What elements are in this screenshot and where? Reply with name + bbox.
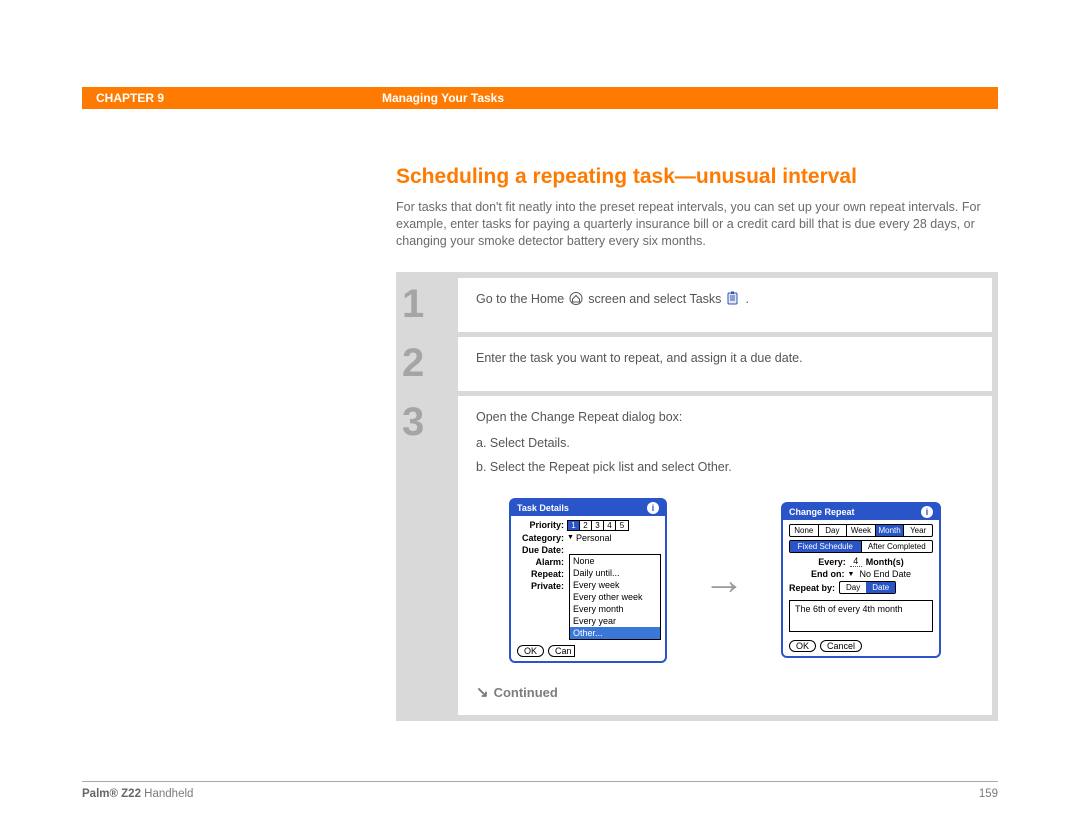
priority-label: Priority: [517,520,567,530]
every-value[interactable]: 4 [850,556,862,567]
dropdown-item[interactable]: Every week [570,579,660,591]
chapter-title: Managing Your Tasks [382,91,504,105]
dialog-title: Task Details [517,503,569,513]
dialog-body: None Day Week Month Year Fixed Schedule … [783,520,939,656]
repeat-by-toggle[interactable]: Day Date [839,581,896,594]
tab-month[interactable]: Month [876,525,905,536]
tab-week[interactable]: Week [847,525,876,536]
priority-opt[interactable]: 5 [616,521,628,530]
step-number: 1 [402,278,458,332]
product-name: Palm® Z22 Handheld [82,788,193,800]
sub-item: a. Select Details. [476,436,974,450]
dropdown-item[interactable]: None [570,555,660,567]
step-row: 3 Open the Change Repeat dialog box: a. … [402,396,992,715]
step-text: Open the Change Repeat dialog box: [476,410,682,424]
dropdown-item[interactable]: Daily until... [570,567,660,579]
page-number: 159 [979,788,998,800]
priority-picker[interactable]: 1 2 3 4 5 [567,520,629,531]
dropdown-item[interactable]: Every month [570,603,660,615]
dialog-titlebar: Task Details i [511,500,665,516]
sub-list: a. Select Details. b. Select the Repeat … [476,436,974,474]
step-text: Enter the task you want to repeat, and a… [476,351,803,365]
change-repeat-dialog: Change Repeat i None Day Week Month Year [781,502,941,658]
dropdown-item[interactable]: Every year [570,615,660,627]
priority-opt[interactable]: 4 [604,521,616,530]
cancel-button[interactable]: Can [548,645,575,657]
info-icon: i [647,502,659,514]
category-label: Category: [517,533,567,543]
priority-opt[interactable]: 3 [592,521,604,530]
end-on-label: End on: [811,569,845,579]
page-footer: Palm® Z22 Handheld 159 [82,781,998,800]
ok-button[interactable]: OK [789,640,816,652]
schedule-tabs[interactable]: Fixed Schedule After Completed [789,540,933,553]
private-label: Private: [517,581,567,591]
priority-opt[interactable]: 2 [580,521,592,530]
chevron-down-icon: ▼ [567,534,574,541]
interval-tabs[interactable]: None Day Week Month Year [789,524,933,537]
step-text: . [745,292,748,306]
arrow-right-icon: → [703,556,745,604]
step-body: Enter the task you want to repeat, and a… [458,337,992,391]
dialog-title: Change Repeat [789,507,855,517]
every-unit: Month(s) [866,557,904,567]
tab-after[interactable]: After Completed [862,541,933,552]
chevron-down-icon: ▼ [848,571,855,578]
tab-fixed[interactable]: Fixed Schedule [790,541,862,552]
step-body: Open the Change Repeat dialog box: a. Se… [458,396,992,715]
repeat-label: Repeat: [517,569,567,579]
category-value[interactable]: Personal [576,533,612,543]
info-icon: i [921,506,933,518]
tab-none[interactable]: None [790,525,819,536]
toggle-day[interactable]: Day [840,582,866,593]
section-title: Scheduling a repeating task—unusual inte… [396,165,998,189]
chapter-header: CHAPTER 9 Managing Your Tasks [82,87,998,109]
ok-button[interactable]: OK [517,645,544,657]
step-number: 2 [402,337,458,391]
step-body: Go to the Home screen and select Tasks . [458,278,992,332]
repeat-by-label: Repeat by: [789,583,835,593]
cancel-button[interactable]: Cancel [820,640,862,652]
repeat-dropdown[interactable]: None Daily until... Every week Every oth… [569,554,661,640]
dropdown-item[interactable]: Every other week [570,591,660,603]
step-text: screen and select Tasks [588,292,721,306]
step-number: 3 [402,396,458,715]
dialog-body: Priority: 1 2 3 4 5 Category: [511,516,665,661]
dropdown-item[interactable]: Other... [570,627,660,639]
task-details-dialog: Task Details i Priority: 1 2 3 4 [509,498,667,663]
tab-year[interactable]: Year [904,525,932,536]
main-content: Scheduling a repeating task—unusual inte… [396,165,998,721]
chapter-label: CHAPTER 9 [82,91,382,105]
priority-opt[interactable]: 1 [568,521,580,530]
tab-day[interactable]: Day [819,525,848,536]
summary-box: The 6th of every 4th month [789,600,933,632]
screenshots-row: Task Details i Priority: 1 2 3 4 [476,498,974,663]
every-label: Every: [818,557,846,567]
step-text: Go to the Home [476,292,564,306]
tasks-icon [725,292,741,306]
dialog-titlebar: Change Repeat i [783,504,939,520]
step-row: 2 Enter the task you want to repeat, and… [402,337,992,391]
due-date-label: Due Date: [517,545,567,555]
toggle-date[interactable]: Date [866,582,895,593]
end-on-value[interactable]: No End Date [859,569,911,579]
steps-box: 1 Go to the Home screen and select Tasks… [396,272,998,721]
continued-label: Continued [476,683,974,701]
product-rest: Handheld [141,788,193,800]
alarm-label: Alarm: [517,557,567,567]
section-intro: For tasks that don't fit neatly into the… [396,199,998,250]
home-icon [568,292,584,306]
sub-item: b. Select the Repeat pick list and selec… [476,460,974,474]
step-row: 1 Go to the Home screen and select Tasks… [402,278,992,332]
product-bold: Palm® Z22 [82,788,141,800]
